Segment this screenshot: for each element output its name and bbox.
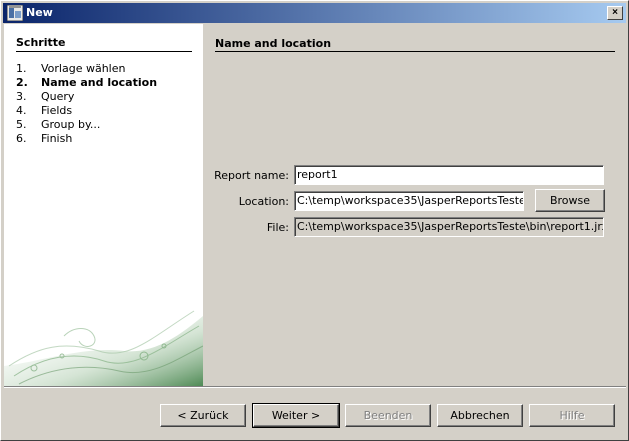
- step-label: Group by...: [41, 118, 101, 131]
- content-panel: Name and location Report name: report1 L…: [203, 24, 626, 386]
- report-name-label: Report name:: [214, 169, 289, 182]
- close-icon: ×: [612, 7, 618, 18]
- title-bar[interactable]: New ×: [3, 3, 626, 23]
- finish-button[interactable]: Beenden: [345, 404, 431, 427]
- step-item: 2. Name and location: [16, 76, 157, 90]
- file-label: File:: [266, 221, 289, 234]
- location-label: Location:: [238, 195, 289, 208]
- step-number: 5.: [16, 118, 27, 131]
- browse-button[interactable]: Browse: [535, 189, 605, 212]
- cancel-button[interactable]: Abbrechen: [437, 404, 523, 427]
- report-name-input[interactable]: report1: [294, 165, 604, 185]
- step-label: Finish: [41, 132, 73, 145]
- step-number: 1.: [16, 62, 27, 75]
- step-number: 2.: [16, 76, 28, 89]
- close-button[interactable]: ×: [607, 6, 623, 20]
- step-number: 3.: [16, 90, 27, 103]
- steps-title: Schritte: [16, 36, 66, 49]
- help-button[interactable]: Hilfe: [529, 404, 615, 427]
- window-title: New: [26, 6, 53, 19]
- step-label: Fields: [41, 104, 73, 117]
- page-title-divider: [215, 51, 615, 52]
- app-icon: [7, 5, 23, 21]
- steps-list: 1. Vorlage wählen 2. Name and location 3. Que…: [16, 62, 157, 146]
- step-label: Query: [41, 90, 75, 103]
- file-output-field: C:\temp\workspace35\JasperReportsTeste\b…: [294, 217, 604, 237]
- back-button[interactable]: < Zurück: [160, 404, 246, 427]
- step-item: 4. Fields: [16, 104, 157, 118]
- step-item: 1. Vorlage wählen: [16, 62, 157, 76]
- step-label: Vorlage wählen: [41, 62, 126, 75]
- step-number: 6.: [16, 132, 27, 145]
- location-input[interactable]: C:\temp\workspace35\JasperReportsTeste\b…: [294, 191, 524, 211]
- step-item: 5. Group by...: [16, 118, 157, 132]
- step-label: Name and location: [41, 76, 158, 89]
- step-item: 3. Query: [16, 90, 157, 104]
- steps-divider: [16, 51, 192, 52]
- wizard-window: New × Schritte 1. Vorlage wählen 2. Name an…: [0, 0, 629, 441]
- next-button[interactable]: Weiter >: [252, 403, 340, 428]
- step-item: 6. Finish: [16, 132, 157, 146]
- page-title: Name and location: [215, 37, 332, 50]
- button-bar-separator-highlight: [4, 387, 626, 388]
- step-number: 4.: [16, 104, 27, 117]
- decorative-swirl-graphic: [4, 310, 203, 386]
